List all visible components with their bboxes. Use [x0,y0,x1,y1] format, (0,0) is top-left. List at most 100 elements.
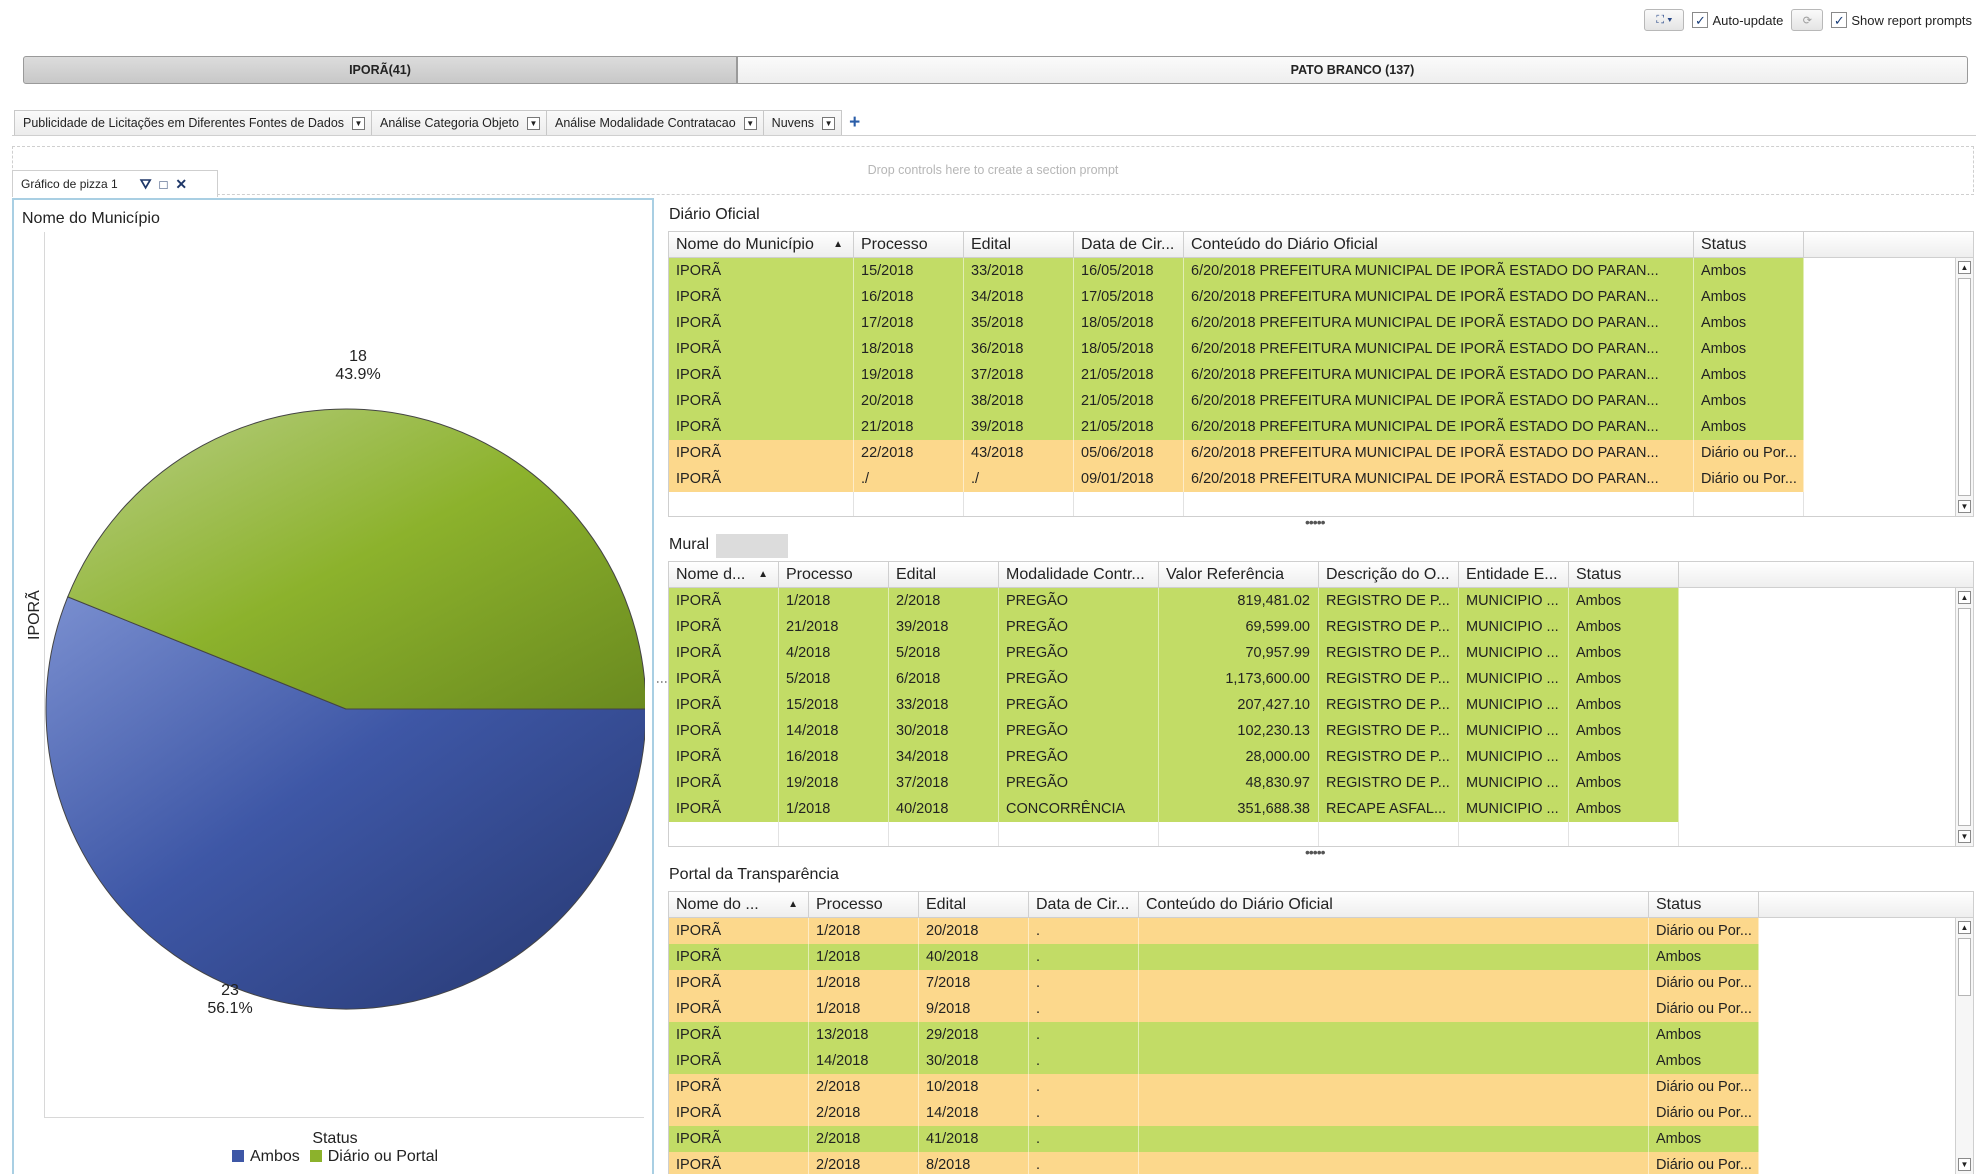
pie-panel-tab[interactable]: Gráfico de pizza 1 ⛛ □ ✕ [12,170,218,197]
sort-ascending-icon[interactable]: ▲ [758,569,768,580]
scrollbar[interactable]: ▲ ▼ [1955,258,1973,516]
table-row[interactable]: IPORÃ 17/2018 35/2018 18/05/2018 6/20/2018 P… [669,310,1973,336]
add-tab-icon[interactable]: + [849,112,860,134]
section-prompt-dropzone[interactable]: Drop controls here to create a section p… [12,146,1974,192]
table-cell: . [1029,1048,1139,1074]
column-header[interactable]: Nome do Município ▲ [669,232,854,257]
table-row[interactable]: IPORÃ 14/2018 30/2018. Ambos [669,1048,1973,1074]
column-header[interactable]: Data de Cir... [1074,232,1184,257]
table-cell: 1/2018 [809,996,919,1022]
fullscreen-icon[interactable]: ⛶ ▾ [1644,9,1685,31]
table-row[interactable]: IPORÃ 1/2018 7/2018. Diário ou Por... [669,970,1973,996]
column-header[interactable]: Status [1694,232,1804,257]
scroll-up-icon[interactable]: ▲ [1958,921,1971,934]
table-row[interactable]: IPORÃ 1/2018 40/2018 CONCORRÊNCIA 351,688.38… [669,796,1973,822]
table-row[interactable]: IPORÃ 4/2018 5/2018 PREGÃO 70,957.99 REGISTRO… [669,640,1973,666]
grid-diario: Nome do Município ▲ Processo Edital Data de … [668,231,1974,517]
column-header[interactable]: Modalidade Contr... [999,562,1159,587]
column-header[interactable]: Edital [919,892,1029,917]
tab-ipora[interactable]: IPORÃ(41) [23,56,737,84]
table-row[interactable]: IPORÃ 1/2018 40/2018. Ambos [669,944,1973,970]
column-header[interactable]: Edital [889,562,999,587]
scroll-thumb[interactable] [1958,278,1971,496]
table-row[interactable]: IPORÃ 14/2018 30/2018 PREGÃO 102,230.13 REGIS… [669,718,1973,744]
table-row[interactable]: IPORÃ 5/2018 6/2018 PREGÃO 1,173,600.00 REGIS… [669,666,1973,692]
resize-handle[interactable]: ••••• [1305,844,1325,860]
tab-categoria[interactable]: Análise Categoria Objeto ▼ [371,110,547,136]
table-row[interactable]: IPORÃ 1/2018 2/2018 PREGÃO 819,481.02 REGISTR… [669,588,1973,614]
column-header[interactable]: Conteúdo do Diário Oficial [1184,232,1694,257]
table-row[interactable]: IPORÃ 18/2018 36/2018 18/05/2018 6/20/2018 P… [669,336,1973,362]
auto-update-toggle[interactable]: ✓ Auto-update [1692,12,1783,28]
table-row[interactable]: IPORÃ 21/2018 39/2018 21/05/2018 6/20/2018 P… [669,414,1973,440]
scroll-thumb[interactable] [1958,938,1971,996]
scrollbar[interactable]: ▲ ▼ [1955,588,1973,846]
filter-icon[interactable]: ⛛ [140,176,152,193]
table-cell: IPORÃ [669,692,779,718]
table-row[interactable]: IPORÃ 16/2018 34/2018 PREGÃO 28,000.00 REGIST… [669,744,1973,770]
scroll-down-icon[interactable]: ▼ [1958,830,1971,843]
chevron-down-icon[interactable]: ▼ [352,116,366,130]
table-cell: Ambos [1649,1048,1759,1074]
tab-publicidade[interactable]: Publicidade de Licitações em Diferentes … [14,110,373,136]
column-header[interactable]: Descrição do O... [1319,562,1459,587]
show-prompts-toggle[interactable]: ✓ Show report prompts [1831,12,1972,28]
scrollbar[interactable]: ▲ ▼ [1955,918,1973,1174]
table-cell: IPORÃ [669,336,854,362]
chevron-down-icon[interactable]: ▼ [527,116,540,130]
show-prompts-checkbox[interactable]: ✓ [1831,12,1848,28]
refresh-icon[interactable]: ⟳ [1791,9,1824,31]
column-header[interactable]: Data de Cir... [1029,892,1139,917]
sort-ascending-icon[interactable]: ▲ [788,899,798,910]
tab-pato-branco[interactable]: PATO BRANCO (137) [737,56,1968,84]
table-row[interactable]: IPORÃ 15/2018 33/2018 PREGÃO 207,427.10 REGIS… [669,692,1973,718]
column-header[interactable]: Edital [964,232,1074,257]
table-row[interactable]: IPORÃ 2/2018 8/2018. Diário ou Por... [669,1152,1973,1174]
tab-nuvens[interactable]: Nuvens ▼ [762,110,843,136]
table-cell: 36/2018 [964,336,1074,362]
column-header[interactable]: Status [1649,892,1759,917]
table-row[interactable]: IPORÃ 19/2018 37/2018 21/05/2018 6/20/2018 P… [669,362,1973,388]
table-cell: IPORÃ [669,440,854,466]
table-row[interactable]: IPORÃ 16/2018 34/2018 17/05/2018 6/20/2018 P… [669,284,1973,310]
column-header[interactable]: Conteúdo do Diário Oficial [1139,892,1649,917]
tab-modalidade[interactable]: Análise Modalidade Contratacao ▼ [546,110,764,136]
table-row[interactable]: IPORÃ 21/2018 39/2018 PREGÃO 69,599.00 REGIST… [669,614,1973,640]
close-icon[interactable]: ✕ [175,176,187,193]
column-header[interactable]: Valor Referência [1159,562,1319,587]
table-row[interactable]: IPORÃ 20/2018 38/2018 21/05/2018 6/20/2018 P… [669,388,1973,414]
scroll-up-icon[interactable]: ▲ [1958,591,1971,604]
column-header[interactable]: Processo [854,232,964,257]
legend-item-diario[interactable]: Diário ou Portal [309,1148,438,1166]
column-header[interactable]: Entidade E... [1459,562,1569,587]
sort-ascending-icon[interactable]: ▲ [833,239,843,250]
scroll-up-icon[interactable]: ▲ [1958,261,1971,274]
table-row[interactable]: IPORÃ ././09/01/2018 6/20/2018 PREFEITURA … [669,466,1973,492]
table-row[interactable]: IPORÃ 1/2018 9/2018. Diário ou Por... [669,996,1973,1022]
scroll-down-icon[interactable]: ▼ [1958,500,1971,513]
table-row[interactable]: IPORÃ 19/2018 37/2018 PREGÃO 48,830.97 REGIST… [669,770,1973,796]
table-row[interactable]: IPORÃ 2/2018 14/2018. Diário ou Por... [669,1100,1973,1126]
table-cell: 2/2018 [809,1074,919,1100]
chevron-down-icon[interactable]: ▼ [743,116,757,130]
resize-handle[interactable]: ••••• [1305,514,1325,530]
column-header[interactable]: Processo [809,892,919,917]
maximize-icon[interactable]: □ [159,177,167,192]
table-row[interactable]: IPORÃ 13/2018 29/2018. Ambos [669,1022,1973,1048]
table-row[interactable]: IPORÃ 2/2018 41/2018. Ambos [669,1126,1973,1152]
column-header[interactable]: Nome d... ▲ [669,562,779,587]
column-header[interactable]: Processo [779,562,889,587]
scroll-thumb[interactable] [1958,608,1971,826]
table-row[interactable]: IPORÃ 1/2018 20/2018. Diário ou Por... [669,918,1973,944]
scroll-down-icon[interactable]: ▼ [1958,1158,1971,1171]
column-header[interactable]: Nome do ... ▲ [669,892,809,917]
column-header[interactable]: Status [1569,562,1679,587]
table-row[interactable]: IPORÃ 15/2018 33/2018 16/05/2018 6/20/2018 P… [669,258,1973,284]
column-header-label: Processo [786,565,853,583]
splitter-handle[interactable]: ⋮ [655,676,669,686]
table-row[interactable]: IPORÃ 22/2018 43/2018 05/06/2018 6/20/2018 P… [669,440,1973,466]
table-row[interactable]: IPORÃ 2/2018 10/2018. Diário ou Por... [669,1074,1973,1100]
auto-update-checkbox[interactable]: ✓ [1692,12,1709,28]
chevron-down-icon[interactable]: ▼ [822,116,836,130]
legend-item-ambos[interactable]: Ambos [231,1148,300,1166]
